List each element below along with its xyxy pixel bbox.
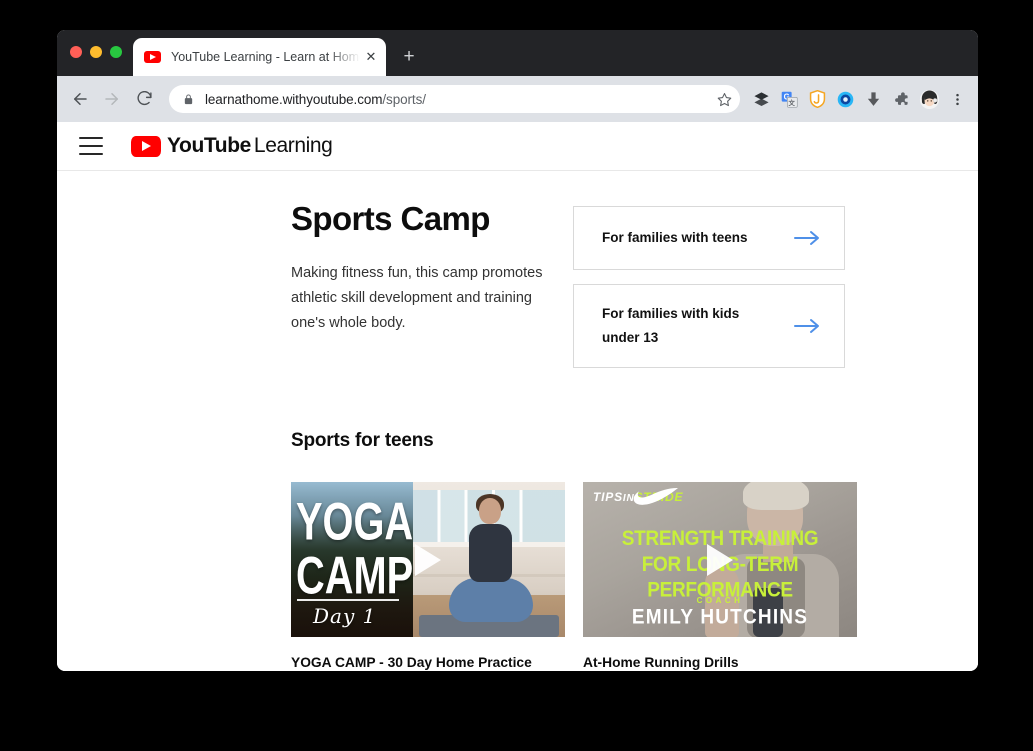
close-tab-icon[interactable]: ✕ — [362, 48, 380, 66]
thumbnail-word-one: YOGA — [296, 492, 414, 552]
reload-arrow-icon[interactable] — [129, 84, 159, 114]
hamburger-menu-icon[interactable] — [79, 137, 103, 155]
shield-icon[interactable] — [804, 86, 830, 112]
three-dot-menu-icon[interactable] — [944, 86, 970, 112]
url-text: learnathome.withyoutube.com/sports/ — [205, 92, 712, 107]
svg-text:文: 文 — [788, 98, 795, 107]
profile-avatar-icon[interactable] — [916, 86, 942, 112]
lock-icon — [184, 93, 193, 104]
person-torso-decor — [469, 524, 512, 582]
right-arrow-icon — [794, 319, 819, 333]
person-head-decor — [479, 498, 501, 524]
page-title: Sports Camp — [291, 200, 490, 237]
nike-tips-word: TIPS — [593, 490, 623, 504]
thumbnail-coach-name: EMILY HUTCHINS — [631, 606, 809, 630]
blue-circle-icon[interactable] — [832, 86, 858, 112]
url-path: /sports/ — [382, 91, 426, 107]
thumbnail-divider — [297, 599, 399, 601]
brand-primary: YouTube — [167, 134, 251, 157]
download-arrow-icon[interactable] — [860, 86, 886, 112]
audience-card-teens[interactable]: For families with teens — [573, 206, 845, 270]
video-grid: YOGA CAMP Day 1 YOGA CAMP - 30 Day Home … — [291, 482, 978, 671]
address-bar[interactable]: learnathome.withyoutube.com/sports/ — [169, 85, 740, 113]
play-button-icon[interactable] — [707, 543, 733, 576]
forward-arrow-icon[interactable] — [97, 84, 127, 114]
video-thumbnail[interactable]: YOGA CAMP Day 1 — [291, 482, 565, 637]
audience-card-label: For families with teens — [602, 230, 748, 245]
thumbnail-title-overlay: YOGA CAMP — [291, 492, 414, 601]
person-legs-decor — [449, 578, 533, 622]
back-arrow-icon[interactable] — [65, 84, 95, 114]
close-window-button[interactable] — [70, 46, 82, 58]
brand-text: YouTube Learning — [167, 134, 333, 158]
page-viewport: YouTube Learning Sports Camp Making fitne… — [57, 122, 978, 671]
nike-swoosh-icon — [633, 488, 678, 505]
browser-tab[interactable]: YouTube Learning - Learn at Home ✕ — [133, 38, 386, 76]
browser-window: YouTube Learning - Learn at Home ✕ + lea… — [57, 30, 978, 671]
site-header: YouTube Learning — [57, 122, 978, 171]
thumbnail-coach-label: COACH — [696, 596, 744, 605]
audience-card-kids[interactable]: For families with kids under 13 — [573, 284, 845, 368]
nike-brand-block: TIPSINSTRIDE — [593, 488, 683, 506]
window-traffic-lights — [70, 46, 122, 58]
video-thumbnail[interactable]: TIPSINSTRIDE STRENGTH TRAINING FOR LONG-… — [583, 482, 857, 637]
audience-card-label: For families with kids under 13 — [602, 306, 740, 345]
thumbnail-day-label: Day 1 — [313, 604, 377, 628]
page-description: Making fitness fun, this camp promotes a… — [291, 264, 543, 331]
video-title: YOGA CAMP - 30 Day Home Practice — [291, 655, 532, 670]
youtube-learning-logo[interactable]: YouTube Learning — [131, 134, 333, 158]
puzzle-extensions-icon[interactable] — [888, 86, 914, 112]
tab-strip: YouTube Learning - Learn at Home ✕ + — [57, 30, 978, 76]
minimize-window-button[interactable] — [90, 46, 102, 58]
layers-icon[interactable] — [748, 86, 774, 112]
youtube-favicon-icon — [144, 51, 161, 63]
athlete-hair-decor — [743, 482, 809, 510]
audience-card-list: For families with teens For families wit… — [573, 201, 845, 368]
hero-section: Sports Camp Making fitness fun, this cam… — [291, 200, 978, 368]
play-button-icon[interactable] — [415, 543, 441, 576]
browser-toolbar: learnathome.withyoutube.com/sports/ G 文 — [57, 76, 978, 122]
right-arrow-icon — [794, 231, 819, 245]
video-title: At-Home Running Drills — [583, 655, 739, 670]
page-content: Sports Camp Making fitness fun, this cam… — [57, 171, 978, 671]
maximize-window-button[interactable] — [110, 46, 122, 58]
video-card-yoga-camp[interactable]: YOGA CAMP Day 1 YOGA CAMP - 30 Day Home … — [291, 482, 565, 671]
google-translate-icon[interactable]: G 文 — [776, 86, 802, 112]
youtube-play-icon — [131, 135, 161, 157]
new-tab-button[interactable]: + — [395, 43, 423, 71]
hero-text-block: Sports Camp Making fitness fun, this cam… — [291, 200, 583, 336]
video-card-running-drills[interactable]: TIPSINSTRIDE STRENGTH TRAINING FOR LONG-… — [583, 482, 857, 671]
star-icon[interactable] — [712, 87, 736, 111]
section-title: Sports for teens — [291, 430, 434, 451]
tab-title: YouTube Learning - Learn at Home — [171, 50, 362, 64]
thumbnail-word-two: CAMP — [296, 546, 414, 606]
url-domain: learnathome.withyoutube.com — [205, 91, 383, 107]
brand-secondary: Learning — [253, 134, 333, 157]
